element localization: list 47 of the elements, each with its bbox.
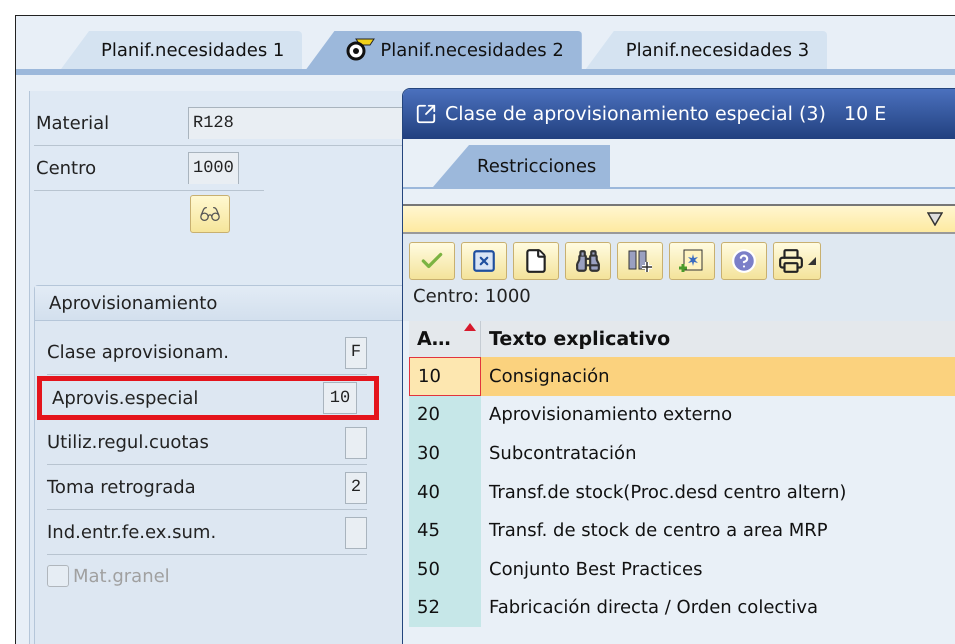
tab[interactable]: Planif.necesidades 1 [61,31,302,69]
close-icon [471,248,497,274]
input-field[interactable] [345,516,367,548]
info-text: Centro: 1000 [403,284,955,321]
table-cell[interactable]: 20 [409,396,481,434]
printer-icon [778,248,804,274]
tab[interactable]: Planif.necesidades 3 [586,31,828,69]
display-button[interactable] [190,195,230,233]
window-icon [415,103,437,125]
field-label: Toma retrograda [47,477,197,498]
field-label: Utiliz.regul.cuotas [47,432,210,453]
table-cell[interactable]: Consignación [481,357,955,396]
input-field[interactable]: 10 [323,382,357,414]
table-cell[interactable]: 52 [409,588,481,628]
field-label: Centro [35,158,98,178]
checkbox: Mat.granel [47,556,170,596]
table-cell[interactable]: 50 [409,550,481,589]
tab[interactable]: Planif.necesidades 2 [306,31,582,69]
field-label: Ind.entr.fe.ex.sum. [47,522,218,543]
field-label: Clase aprovisionam. [47,342,230,363]
table-cell[interactable]: 10 [409,357,481,396]
table-cell[interactable]: 30 [409,434,481,473]
table-cell[interactable]: 45 [409,511,481,550]
field-label: Material [35,112,110,134]
column-header[interactable]: Texto explicativo [481,321,955,357]
input-field[interactable]: R128 [188,107,404,139]
insert-button[interactable] [669,242,715,280]
input-field[interactable]: 1000 [188,152,239,184]
find-button[interactable] [565,242,611,280]
input-field[interactable]: 2 [345,472,367,504]
sort-icon [464,323,476,331]
field-label: Aprovis.especial [52,388,200,408]
tab[interactable]: Restricciones [433,145,610,187]
binoculars-plus-icon [626,248,654,274]
caret-icon [808,257,816,265]
help-icon [731,248,757,274]
print-button[interactable] [773,242,821,280]
help-button[interactable] [721,242,767,280]
table-cell[interactable]: 40 [409,472,481,512]
cancel-button[interactable] [461,242,507,280]
binoculars-icon [575,248,601,274]
new-button[interactable] [513,242,559,280]
input-field[interactable] [345,426,367,458]
dropdown-arrow-icon[interactable] [927,212,943,226]
input-field[interactable]: F [345,336,367,368]
dialog-title: Clase de aprovisionamiento especial (3) 10 E [403,89,955,139]
column-header[interactable]: A… [409,321,481,357]
